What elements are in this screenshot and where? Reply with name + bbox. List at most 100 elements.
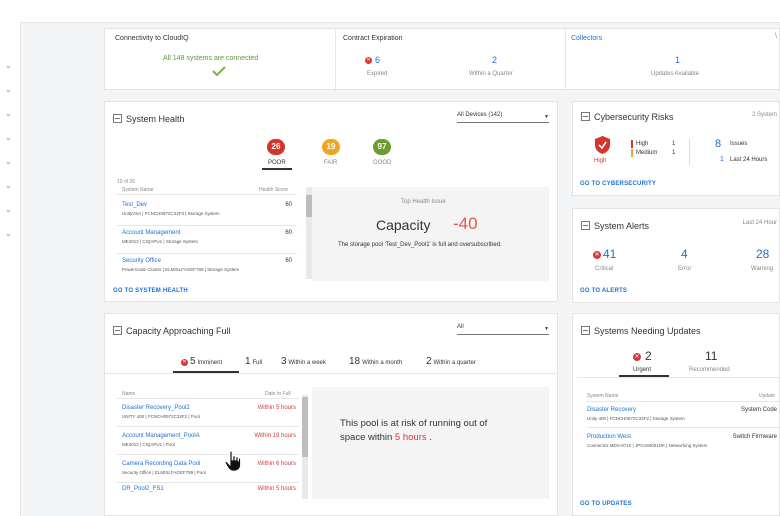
chevron-down-icon[interactable]: ⌄: [5, 206, 12, 214]
warning-count[interactable]: 28: [756, 247, 769, 261]
systems-count: 2 System: [751, 112, 777, 118]
expired-count[interactable]: 6: [375, 55, 380, 65]
go-to-system-health-link[interactable]: GO TO SYSTEM HEALTH: [113, 288, 188, 294]
update-type: Switch Firmware: [732, 434, 777, 440]
poor-badge[interactable]: 26: [267, 139, 285, 155]
tab-within-week[interactable]: 3 Within a week: [281, 356, 326, 367]
table-row[interactable]: Test_Dev 60 UnityVSA | FCNCH0972C32F3 | …: [122, 202, 300, 222]
error-count[interactable]: 4: [681, 247, 688, 261]
system-name-link[interactable]: Production West: [587, 434, 631, 440]
chevron-down-icon[interactable]: ⌄: [5, 158, 12, 166]
go-to-alerts-link[interactable]: GO TO ALERTS: [580, 288, 627, 294]
system-subtitle: Unity 400 | FCNCH0972C32F2 | Storage Sys…: [587, 416, 685, 421]
pool-name-link[interactable]: DR_Pool2_FS1: [122, 486, 164, 492]
hand-pointer-icon: [224, 450, 241, 472]
go-to-cybersecurity-link[interactable]: GO TO CYBERSECURITY: [580, 181, 656, 187]
go-to-updates-link[interactable]: GO TO UPDATES: [580, 501, 632, 507]
urgent-count[interactable]: 2: [645, 349, 652, 363]
collectors-label: Updates Available: [651, 71, 699, 77]
quarter-count[interactable]: 2: [492, 55, 497, 65]
update-type: System Code: [740, 407, 777, 413]
collectors-count[interactable]: 1: [675, 55, 680, 65]
pool-subtitle: Security Office | ELMISLFAGEF789 | Pool: [122, 470, 206, 475]
table-row[interactable]: Camera Recording Data Pool Within 6 hour…: [122, 461, 302, 481]
critical-count[interactable]: 41: [603, 247, 616, 261]
capacity-message-panel: This pool is at risk of running out of s…: [312, 387, 549, 499]
system-subtitle: PowerScale Cluster | ELMISLFAGEF789 | St…: [122, 267, 240, 272]
system-name-link[interactable]: Security Office: [122, 258, 161, 264]
system-alerts-title: System Alerts: [581, 221, 649, 231]
date-to-full: Within 5 hours: [257, 486, 296, 492]
poor-underline: [262, 168, 292, 170]
issue-value: -40: [453, 214, 478, 233]
top-issue-panel: Top Health Issue Capacity -40 The storag…: [312, 187, 549, 281]
pool-subtitle: ME4012 | CIQAPU1 | Pool: [122, 442, 175, 447]
fair-badge[interactable]: 19: [322, 139, 340, 155]
table-row[interactable]: DR_Pool2_FS1 Within 5 hours: [122, 486, 302, 498]
chevron-down-icon[interactable]: ⌄: [5, 134, 12, 142]
chevron-down-icon[interactable]: ⌄: [5, 230, 12, 238]
list-count: 10 of 26: [117, 179, 136, 185]
fair-label[interactable]: FAIR: [324, 160, 337, 166]
table-row[interactable]: Account Management 60 ME4012 | CIQAPU1 |…: [122, 230, 300, 250]
capacity-card: Capacity Approaching Full All ▼ ✕ 5 Immin…: [104, 313, 558, 516]
table-row[interactable]: Production West Switch Firmware Connectr…: [587, 434, 779, 452]
left-nav-rail: ⌄ ⌄ ⌄ ⌄ ⌄ ⌄ ⌄ ⌄: [0, 22, 21, 516]
error-icon: ✕: [593, 251, 601, 259]
col-system-name: System Name: [122, 187, 154, 193]
caret-down-icon: ▼: [544, 326, 549, 332]
capacity-filter-dropdown[interactable]: All ▼: [457, 324, 549, 335]
tab-imminent[interactable]: ✕ 5 Imminent: [181, 356, 222, 367]
list-scrollbar[interactable]: [302, 395, 308, 499]
poor-label[interactable]: POOR: [268, 160, 286, 166]
tab-full[interactable]: 1 Full: [245, 356, 262, 367]
recommended-count[interactable]: 11: [705, 349, 717, 363]
system-name-link[interactable]: Account Management: [122, 230, 180, 236]
table-row[interactable]: Security Office 60 PowerScale Cluster | …: [122, 258, 300, 278]
system-health-card: System Health All Devices (142) ▼ 26 POOR…: [104, 101, 558, 302]
error-icon: ✕: [365, 57, 372, 64]
tab-within-quarter[interactable]: 2 Within a quarter: [426, 356, 476, 367]
tab-within-month[interactable]: 18 Within a month: [349, 356, 402, 367]
health-score: 60: [285, 230, 292, 236]
capacity-title: Capacity Approaching Full: [113, 326, 231, 336]
issues-label: Issues: [730, 141, 748, 147]
connectivity-title: Connectivity to CloudIQ: [115, 35, 189, 42]
top-bar: [0, 0, 780, 23]
cybersecurity-title: Cybersecurity Risks: [581, 112, 674, 122]
recommended-label[interactable]: Recommended: [689, 367, 730, 373]
pool-name-link[interactable]: Account Management_PoolA: [122, 433, 200, 439]
good-label[interactable]: GOOD: [373, 160, 391, 166]
alerts-period: Last 24 Hour: [742, 220, 777, 226]
chevron-down-icon[interactable]: ⌄: [5, 62, 12, 70]
system-name-link[interactable]: Disaster Recovery: [587, 407, 636, 413]
issues-count[interactable]: 8: [715, 138, 721, 150]
system-name-link[interactable]: Test_Dev: [122, 202, 147, 208]
issue-description: The storage pool 'Test_Dev_Pool1' is ful…: [338, 242, 502, 248]
table-row[interactable]: Disaster Recovery_Pool2 Within 5 hours U…: [122, 405, 302, 425]
quarter-label: Within a Quarter: [469, 71, 513, 77]
table-row[interactable]: Disaster Recovery System Code Unity 400 …: [587, 407, 779, 425]
error-icon: ✕: [633, 353, 641, 361]
device-filter-dropdown[interactable]: All Devices (142) ▼: [457, 112, 549, 123]
health-list: 10 of 26 System Name Health Score Test_D…: [114, 177, 312, 281]
pool-name-link[interactable]: Camera Recording Data Pool: [122, 461, 200, 467]
col-date-to-full: Date to Full: [265, 391, 291, 397]
cybersecurity-card: Cybersecurity Risks 2 System High High 1…: [572, 101, 780, 196]
system-subtitle: Connectrix MDS-9710 | JPG194001DK | Netw…: [587, 443, 708, 448]
caret-down-icon: ▼: [544, 114, 549, 120]
table-row[interactable]: Account Management_PoolA Within 19 hours…: [122, 433, 302, 453]
date-to-full: Within 6 hours: [257, 461, 296, 467]
capacity-message: This pool is at risk of running out of: [340, 418, 488, 429]
pool-name-link[interactable]: Disaster Recovery_Pool2: [122, 405, 190, 411]
collectors-title[interactable]: Collectors: [571, 35, 602, 42]
good-badge[interactable]: 97: [373, 139, 391, 155]
date-to-full: Within 19 hours: [254, 433, 296, 439]
chevron-down-icon[interactable]: ⌄: [5, 182, 12, 190]
chevron-down-icon[interactable]: ⌄: [5, 110, 12, 118]
urgent-label[interactable]: Urgent: [633, 367, 651, 373]
chevron-down-icon[interactable]: ⌄: [5, 86, 12, 94]
error-icon: ✕: [181, 359, 188, 366]
recent-count[interactable]: 1: [720, 156, 724, 163]
date-to-full: Within 5 hours: [257, 405, 296, 411]
